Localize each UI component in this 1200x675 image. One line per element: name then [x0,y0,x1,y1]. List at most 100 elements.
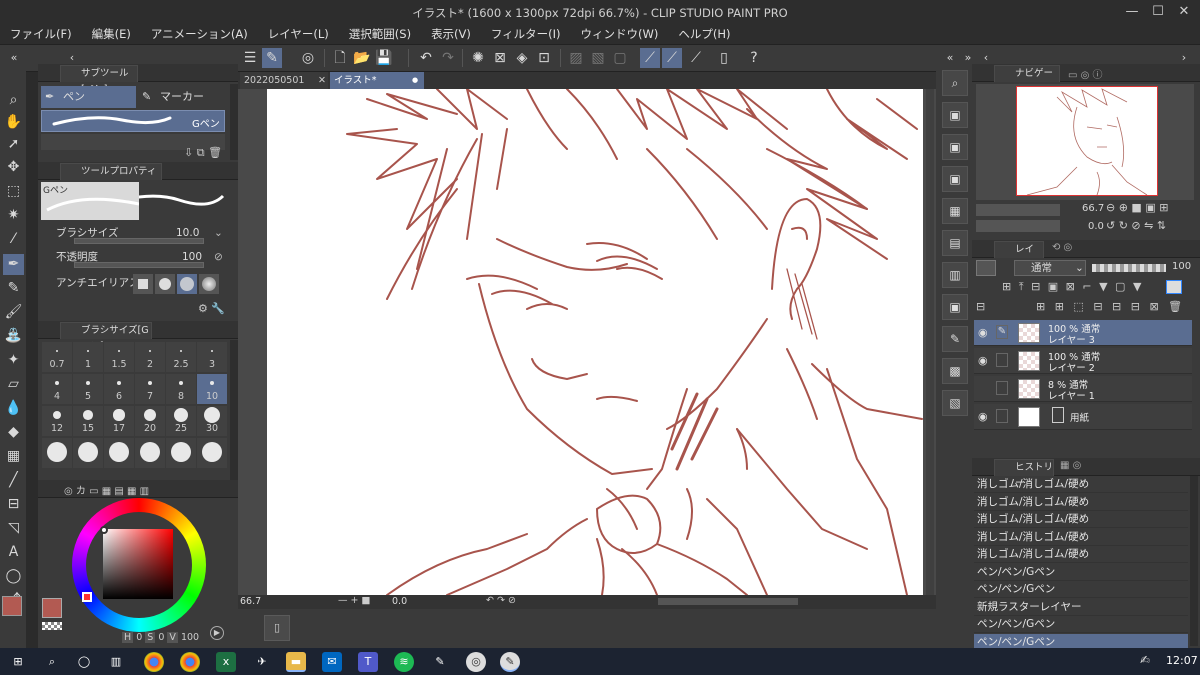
layer-tab[interactable]: レイヤー [994,241,1044,271]
marker-subtool-tab[interactable]: ✎ マーカー [138,86,233,108]
spotify-icon[interactable]: ≋ [394,652,414,672]
brush-size-cell[interactable]: 2.5 [166,342,196,372]
history-entry[interactable]: 消しゴム/消しゴム/硬め [974,476,1188,493]
zoom-controls-icons[interactable]: — + ■ [338,595,370,606]
brush-size-cell[interactable]: 5 [73,374,103,404]
antialias-strong[interactable] [199,274,219,294]
saturation-value-square[interactable] [103,529,173,599]
minimize-button[interactable]: — [1120,2,1144,22]
layer-property-icons[interactable]: ⊞ ⤒ ⊟ ▣ ⊠ ⌐ ▼ ▢ ▼ [1002,280,1143,294]
hand-tool-icon[interactable]: ✋ [3,112,24,133]
chrome-icon[interactable] [144,652,164,672]
app-2-icon[interactable]: ✎ [430,652,450,672]
visibility-eye-icon[interactable]: ◉ [978,410,988,423]
brush-size-cell[interactable]: 1 [73,342,103,372]
ruler-icon[interactable]: ◹ [3,518,24,539]
zoom-readout[interactable]: 66.7 [240,596,261,607]
menu-view[interactable]: 表示(V) [421,24,481,44]
chrome-icon-2[interactable] [180,652,200,672]
open-file-icon[interactable]: 📂 [352,48,372,68]
tool-property-settings-icon[interactable]: ⚙ 🔧 [198,302,225,315]
brush-size-cell[interactable]: 20 [135,406,165,436]
menu-animation[interactable]: アニメーション(A) [141,24,258,44]
layer-lock-toggle[interactable] [996,353,1008,367]
layer-color-chip[interactable] [976,260,996,276]
layer-menu-icon[interactable]: ⊟ [976,300,985,313]
clear-icon[interactable]: ⊠ [490,48,510,68]
brush-size-cell[interactable]: 1.5 [104,342,134,372]
maximize-button[interactable]: ☐ [1146,2,1170,22]
transparent-swatch[interactable] [42,622,62,630]
eraser-icon[interactable]: ▱ [3,374,24,395]
fill-icon[interactable]: ◈ [512,48,532,68]
nav-rotation-icons[interactable]: ↺ ↻ ⊘ ⇋ ⇅ [1106,219,1166,232]
balloon-icon[interactable]: ◯ [3,566,24,587]
mail-icon[interactable]: ✉ [322,652,342,672]
history-entry[interactable]: 新規ラスターレイヤー [974,599,1188,616]
nav-rotation-value[interactable]: 0.0 [1088,221,1104,232]
frame-icon[interactable]: ⊟ [3,494,24,515]
subtool-action-icons[interactable]: ⇩ ⧉ 🗑 [184,146,222,160]
history-entry[interactable]: ペン/ペン/Gペン [974,616,1188,633]
clock[interactable]: 12:07 [1166,654,1198,667]
layer-color-icon[interactable] [1166,280,1182,294]
magic-wand-icon[interactable]: ✷ [3,205,24,226]
clip-studio-launcher-icon[interactable]: ◎ [466,652,486,672]
brush-size-cell[interactable]: 25 [166,406,196,436]
menu-icon[interactable]: ☰ [240,48,260,68]
rotation-readout[interactable]: 0.0 [392,596,407,607]
brush-size-tab[interactable]: ブラシサイズ[Gペン] [60,322,152,352]
color-handle[interactable] [100,526,108,534]
nav-zoom-slider[interactable] [976,204,1060,216]
snap-grid-icon[interactable]: ⟋ [686,48,706,68]
layer-row[interactable]: ◉ 用紙 [974,404,1192,430]
history-entry[interactable]: ペン/ペン/Gペン [974,564,1188,581]
material-icon-8[interactable]: ✎ [942,326,968,352]
color-panel-icons[interactable]: ◎ カ ▭ ▦ ▤ ▦ ▥ [64,482,149,497]
brush-size-cell[interactable]: 8 [166,374,196,404]
figure-icon[interactable]: ╱ [3,470,24,491]
canvas-vertical-scrollbar[interactable] [926,89,934,595]
blend-mode-select[interactable]: 通常 ⌄ [1014,260,1086,276]
menu-filter[interactable]: フィルター(I) [481,24,571,44]
windows-start-icon[interactable]: ⊞ [8,652,28,672]
antialias-weak[interactable] [155,274,175,294]
navigator-other-tabs-icons[interactable]: ▭ ◎ ⓘ [1068,66,1103,81]
menu-selection[interactable]: 選択範囲(S) [339,24,421,44]
antialias-none[interactable] [133,274,153,294]
selection-icon[interactable]: ▢ [610,48,630,68]
doc-tab-1[interactable]: 2022050501 ✕ [240,72,328,89]
pen-tray-icon[interactable]: ✍ [1140,653,1150,667]
opacity-slider[interactable] [74,262,204,268]
material-icon-1[interactable]: ▣ [942,102,968,128]
search-icon[interactable]: ⌕ [42,652,62,672]
save-icon[interactable]: 💾 [374,48,394,68]
brush-size-cell[interactable]: 2 [135,342,165,372]
antialias-medium[interactable] [177,274,197,294]
brush-size-cell[interactable]: 0.7 [42,342,72,372]
move-tool-icon[interactable]: ✥ [3,157,24,178]
nav-zoom-icons[interactable]: ⊖ ⊕ ■ ▣ ⊞ [1106,201,1168,214]
brush-size-cell[interactable]: 4 [42,374,72,404]
transform-icon[interactable]: ⊡ [534,48,554,68]
close-button[interactable]: ✕ [1172,2,1196,22]
drawing-canvas[interactable] [267,89,923,595]
history-entry[interactable]: 消しゴム/消しゴム/硬め [974,494,1188,511]
layer-lock-toggle[interactable]: ✎ [996,325,1008,339]
layer-row[interactable]: 8 % 通常 レイヤー 1 [974,376,1192,402]
material-search-icon[interactable]: ⌕ [942,70,968,96]
layer-other-tabs-icons[interactable]: ⟲ ◎ [1052,242,1072,253]
text-tool-icon[interactable]: A [3,542,24,563]
history-entry[interactable]: 消しゴム/消しゴム/硬め [974,546,1188,563]
snap-special-icon[interactable]: ⟋ [662,48,682,68]
clip-studio-icon[interactable]: ◎ [298,48,318,68]
brush-size-slider[interactable] [74,238,204,244]
brush-size-cell[interactable] [135,438,165,468]
eyedropper-icon[interactable]: ⁄ [3,229,24,250]
layer-opacity-slider[interactable] [1092,264,1166,272]
doc-tab-1-close-icon[interactable]: ✕ [318,72,326,89]
layer-row[interactable]: ◉ 100 % 通常 レイヤー 2 [974,348,1192,374]
edit-canvas-icon[interactable]: ✎ [262,48,282,68]
file-explorer-icon[interactable]: ▬ [286,652,306,672]
loading-icon[interactable]: ✺ [468,48,488,68]
